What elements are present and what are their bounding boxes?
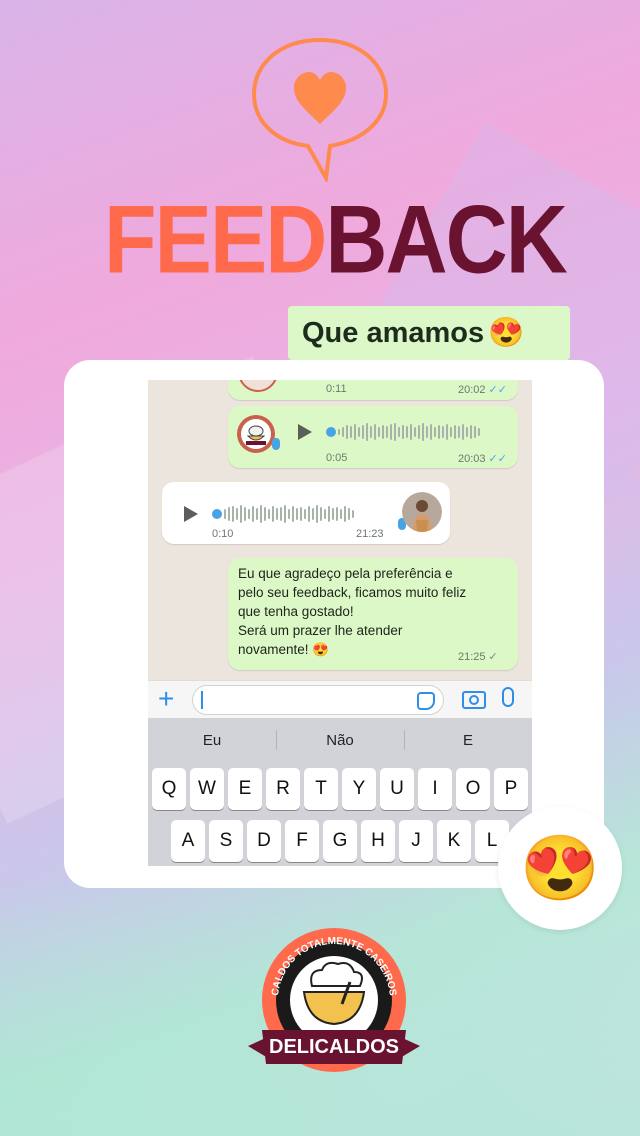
play-icon[interactable] <box>184 506 198 522</box>
logo-avatar <box>238 380 278 392</box>
audio-duration: 0:05 <box>326 452 348 464</box>
message-time: 21:25 ✓ <box>458 651 498 663</box>
audio-waveform <box>224 504 354 524</box>
key-h[interactable]: H <box>361 820 395 862</box>
message-time: 20:02 ✓✓ <box>458 384 507 396</box>
heart-eyes-emoji: 😍 <box>488 317 525 349</box>
logo-name: DELICALDOS <box>269 1036 399 1058</box>
key-u[interactable]: U <box>380 768 414 810</box>
message-line: pelo seu feedback, ficamos muito feliz <box>238 585 467 600</box>
message-time: 21:23 <box>356 528 384 540</box>
key-o[interactable]: O <box>456 768 490 810</box>
audio-progress-dot[interactable] <box>212 509 222 519</box>
tagline-text: Que amamos <box>302 316 485 349</box>
microphone-icon[interactable] <box>502 687 514 707</box>
message-time: 20:03 ✓✓ <box>458 453 507 465</box>
sticker-icon[interactable] <box>417 692 435 710</box>
message-line: Eu que agradeço pela preferência e <box>238 566 453 581</box>
key-k[interactable]: K <box>437 820 471 862</box>
read-ticks-icon: ✓✓ <box>488 453 507 465</box>
logo-avatar <box>237 415 275 453</box>
audio-message-out[interactable]: 0:11 20:02 ✓✓ <box>228 380 518 400</box>
page-title: FEEDBACK <box>104 192 568 288</box>
key-j[interactable]: J <box>399 820 433 862</box>
key-w[interactable]: W <box>190 768 224 810</box>
text-message-out[interactable]: Eu que agradeço pela preferência e pelo … <box>228 558 518 670</box>
key-r[interactable]: R <box>266 768 300 810</box>
microphone-icon <box>272 438 280 450</box>
message-line: Será um prazer lhe atender <box>238 623 403 638</box>
audio-message-out[interactable]: 0:05 20:03 ✓✓ <box>228 406 518 468</box>
key-g[interactable]: G <box>323 820 357 862</box>
audio-message-in[interactable]: 0:10 21:23 <box>162 482 450 544</box>
audio-duration: 0:11 <box>326 383 347 395</box>
message-input[interactable] <box>192 685 444 715</box>
suggestion-1[interactable]: Eu <box>148 718 276 762</box>
key-d[interactable]: D <box>247 820 281 862</box>
key-t[interactable]: T <box>304 768 338 810</box>
message-line: novamente! 😍 <box>238 642 330 657</box>
plus-icon[interactable]: + <box>158 684 174 714</box>
heart-eyes-emoji: 😍 <box>520 832 600 904</box>
title-back: BACK <box>325 186 567 294</box>
emoji-sticker: 😍 <box>498 806 622 930</box>
delicaldos-logo: DELICALDOS CALDOS TOTALMENTE CASEIROS <box>248 928 420 1072</box>
key-p[interactable]: P <box>494 768 528 810</box>
sent-tick-icon: ✓ <box>488 651 498 663</box>
tagline: Que amamos 😍 <box>288 306 570 360</box>
keyboard: Eu Não E Q W E R T Y U I O P A S D F G H… <box>148 718 532 866</box>
message-line: que tenha gostado! <box>238 604 354 619</box>
key-f[interactable]: F <box>285 820 319 862</box>
key-y[interactable]: Y <box>342 768 376 810</box>
key-a[interactable]: A <box>171 820 205 862</box>
chat-area: 0:11 20:02 ✓✓ 0:05 20:03 ✓✓ 0:10 21:23 E… <box>148 380 532 680</box>
camera-icon[interactable] <box>462 691 486 709</box>
title-feed: FEED <box>104 186 327 294</box>
message-input-bar: + <box>148 680 532 719</box>
audio-duration: 0:10 <box>212 528 234 540</box>
key-s[interactable]: S <box>209 820 243 862</box>
play-icon[interactable] <box>298 424 312 440</box>
key-q[interactable]: Q <box>152 768 186 810</box>
key-i[interactable]: I <box>418 768 452 810</box>
suggestion-3[interactable]: E <box>404 718 532 762</box>
key-e[interactable]: E <box>228 768 262 810</box>
read-ticks-icon: ✓✓ <box>488 384 507 396</box>
chat-screenshot: 0:11 20:02 ✓✓ 0:05 20:03 ✓✓ 0:10 21:23 E… <box>148 380 532 866</box>
contact-avatar <box>402 492 442 532</box>
text-caret <box>201 691 203 709</box>
suggestion-2[interactable]: Não <box>276 718 404 762</box>
audio-waveform <box>338 422 480 442</box>
heart-bubble-icon <box>251 37 389 182</box>
audio-progress-dot[interactable] <box>326 427 336 437</box>
